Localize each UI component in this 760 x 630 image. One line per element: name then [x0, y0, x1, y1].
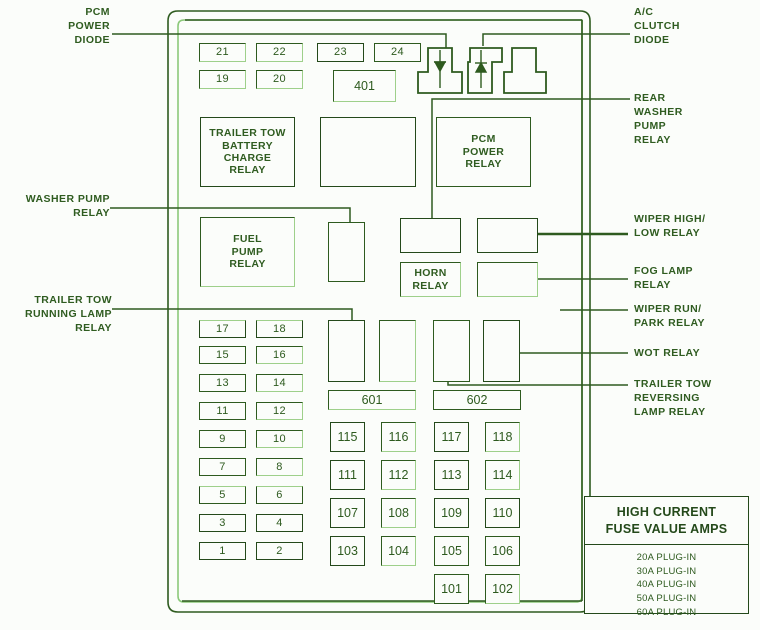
callout-washer-pump-relay: WASHER PUMP RELAY: [25, 193, 110, 219]
fuse-106[interactable]: 106: [485, 536, 520, 566]
leader-trailer-tow-reversing: [447, 368, 628, 386]
fuse-113[interactable]: 113: [434, 460, 469, 490]
fuse-box-diagram: PCM POWER DIODE WASHER PUMP RELAY TRAILE…: [0, 0, 760, 630]
fuse-115[interactable]: 115: [330, 422, 365, 452]
fuse-118[interactable]: 118: [485, 422, 520, 452]
diode-holder-ac: [467, 47, 503, 94]
diode-ac-triangle: [474, 61, 488, 73]
fuse-2[interactable]: 2: [256, 542, 303, 560]
fuse-6[interactable]: 6: [256, 486, 303, 504]
fuse-10[interactable]: 10: [256, 430, 303, 448]
bus-bar-601-label: 601: [361, 392, 383, 407]
relay-trailer-tow-reversing-lamp[interactable]: [433, 320, 470, 382]
diode-holders: [417, 47, 547, 94]
fuse-103[interactable]: 103: [330, 536, 365, 566]
legend-heading: HIGH CURRENT FUSE VALUE AMPS: [585, 497, 748, 545]
diode-pcm-triangle: [433, 61, 447, 73]
fuse-16[interactable]: 16: [256, 346, 303, 364]
callout-wiper-high-low-relay: WIPER HIGH/ LOW RELAY: [634, 213, 706, 239]
fuse-107[interactable]: 107: [330, 498, 365, 528]
fuse-116[interactable]: 116: [381, 422, 416, 452]
fuse-1[interactable]: 1: [199, 542, 246, 560]
relay-pcm-power[interactable]: PCM POWER RELAY: [436, 117, 531, 187]
fuse-111[interactable]: 111: [330, 460, 365, 490]
leader-ac-clutch-diode: [482, 33, 630, 46]
fuse-109[interactable]: 109: [434, 498, 469, 528]
fuse-4[interactable]: 4: [256, 514, 303, 532]
fuse-117[interactable]: 117: [434, 422, 469, 452]
legend-heading-line2: FUSE VALUE AMPS: [605, 521, 728, 536]
relay-trailer-tow-battery-charge[interactable]: TRAILER TOW BATTERY CHARGE RELAY: [200, 117, 295, 187]
fuse-23[interactable]: 23: [317, 43, 364, 62]
maxi-fuse-401-label: 401: [354, 78, 375, 93]
legend-heading-line1: HIGH CURRENT: [616, 505, 717, 519]
fuse-108[interactable]: 108: [381, 498, 416, 528]
legend-item-60a: 60A PLUG-IN: [636, 606, 697, 618]
fuse-19[interactable]: 19: [199, 70, 246, 89]
callout-wot-relay: WOT RELAY: [634, 347, 701, 359]
fuse-112[interactable]: 112: [381, 460, 416, 490]
callout-wiper-run-park-relay: WIPER RUN/ PARK RELAY: [634, 303, 706, 329]
bus-bar-602-label: 602: [466, 392, 488, 407]
fuse-110[interactable]: 110: [485, 498, 520, 528]
relay-horn[interactable]: HORN RELAY: [400, 262, 461, 297]
fuse-17[interactable]: 17: [199, 320, 246, 338]
relay-wot[interactable]: [483, 320, 520, 382]
fuse-9[interactable]: 9: [199, 430, 246, 448]
maxi-fuse-401[interactable]: 401: [333, 70, 396, 102]
fuse-14[interactable]: 14: [256, 374, 303, 392]
fuse-23-label: 23: [333, 46, 348, 59]
fuse-22[interactable]: 22: [256, 43, 303, 62]
fuse-21-label: 21: [215, 46, 230, 59]
diode-holder-pcm: [417, 47, 463, 94]
relay-washer-pump[interactable]: [328, 222, 365, 282]
legend-items: 20A PLUG-IN 30A PLUG-IN 40A PLUG-IN 50A …: [585, 545, 748, 627]
relay-wiper-run-park[interactable]: [379, 320, 416, 382]
relay-fuel-pump[interactable]: FUEL PUMP RELAY: [200, 217, 295, 287]
fuse-11[interactable]: 11: [199, 402, 246, 420]
fuse-3[interactable]: 3: [199, 514, 246, 532]
fuse-13[interactable]: 13: [199, 374, 246, 392]
legend-item-20a: 20A PLUG-IN: [636, 551, 697, 563]
legend-item-30a: 30A PLUG-IN: [636, 565, 697, 577]
fuse-19-label: 19: [215, 73, 230, 86]
callout-trailer-tow-reversing-lamp-relay: TRAILER TOW REVERSING LAMP RELAY: [634, 378, 712, 418]
relay-holder-third: [503, 47, 547, 94]
bus-bar-601[interactable]: 601: [328, 390, 416, 410]
relay-trailer-tow-running-lamp[interactable]: [328, 320, 365, 382]
fuse-102[interactable]: 102: [485, 574, 520, 604]
fuse-20-label: 20: [272, 73, 287, 86]
fuse-12[interactable]: 12: [256, 402, 303, 420]
callout-pcm-power-diode: PCM POWER DIODE: [68, 6, 110, 46]
fuse-18[interactable]: 18: [256, 320, 303, 338]
fuse-24[interactable]: 24: [374, 43, 421, 62]
fuse-114[interactable]: 114: [485, 460, 520, 490]
high-current-fuse-legend: HIGH CURRENT FUSE VALUE AMPS 20A PLUG-IN…: [584, 496, 749, 618]
relay-unlabeled-center-top[interactable]: [320, 117, 416, 187]
relay-wiper-high-low[interactable]: [477, 218, 538, 253]
relay-fog-lamp[interactable]: [477, 262, 538, 297]
fuse-20[interactable]: 20: [256, 70, 303, 89]
fuse-101[interactable]: 101: [434, 574, 469, 604]
leader-trailer-tow-running-lamp-relay: [112, 308, 353, 320]
fuse-8[interactable]: 8: [256, 458, 303, 476]
callout-ac-clutch-diode: A/C CLUTCH DIODE: [634, 6, 680, 46]
fuse-22-label: 22: [272, 46, 287, 59]
legend-item-50a: 50A PLUG-IN: [636, 593, 697, 605]
fuse-15[interactable]: 15: [199, 346, 246, 364]
fuse-21[interactable]: 21: [199, 43, 246, 62]
fuse-104[interactable]: 104: [381, 536, 416, 566]
fuse-105[interactable]: 105: [434, 536, 469, 566]
callout-rear-washer-pump-relay: REAR WASHER PUMP RELAY: [634, 92, 683, 146]
bus-bar-602[interactable]: 602: [433, 390, 521, 410]
legend-item-40a: 40A PLUG-IN: [636, 579, 697, 591]
callout-trailer-tow-running-lamp-relay: TRAILER TOW RUNNING LAMP RELAY: [24, 294, 112, 334]
fuse-7[interactable]: 7: [199, 458, 246, 476]
fuse-5[interactable]: 5: [199, 486, 246, 504]
diode-symbols: [433, 50, 488, 88]
callout-fog-lamp-relay: FOG LAMP RELAY: [634, 265, 694, 291]
fuse-24-label: 24: [390, 46, 405, 59]
relay-rear-washer-pump[interactable]: [400, 218, 461, 253]
